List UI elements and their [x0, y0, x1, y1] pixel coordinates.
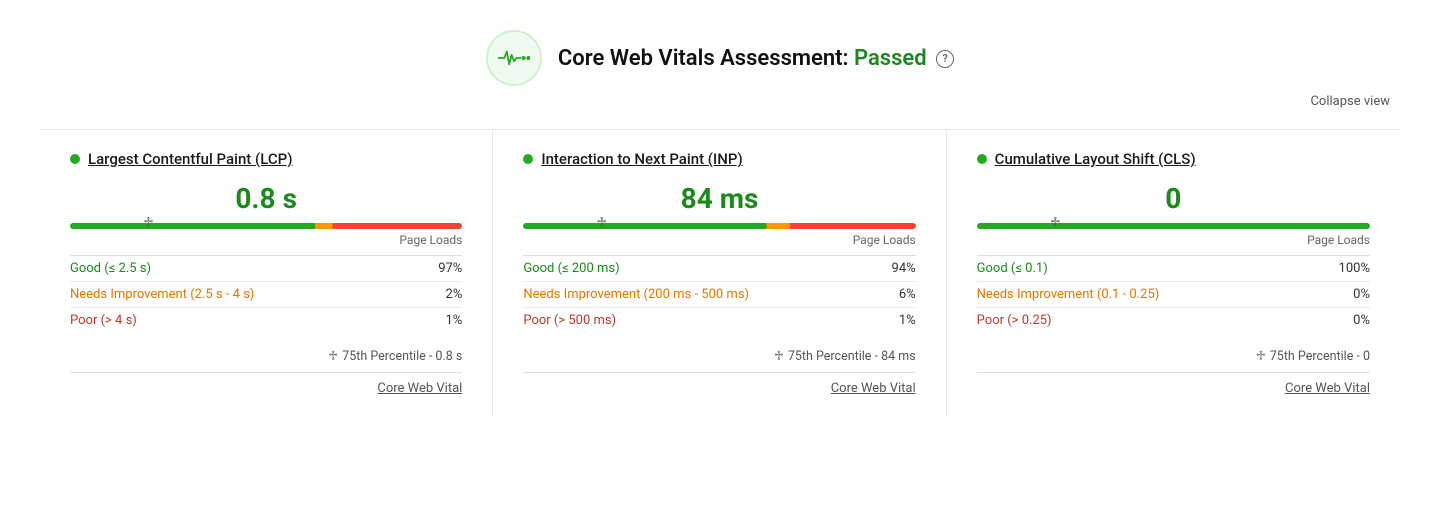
metric-card-lcp: Largest Contentful Paint (LCP) 0.8 s ♱ P…: [40, 130, 493, 416]
metric-dot-inp: [523, 154, 533, 164]
header-status: Passed: [854, 46, 927, 71]
metric-value-lcp: 0.8 s: [70, 182, 462, 215]
gauge-container-lcp: ♱: [70, 223, 462, 229]
header-section: Core Web Vitals Assessment: Passed ?: [40, 20, 1400, 86]
stat-value: 100%: [1312, 256, 1370, 282]
stat-row: Poor (> 4 s) 1%: [70, 308, 462, 334]
help-icon[interactable]: ?: [936, 50, 954, 68]
metric-name-inp[interactable]: Interaction to Next Paint (INP): [541, 150, 742, 168]
gauge-container-cls: ♱: [977, 223, 1370, 229]
collapse-view-button[interactable]: Collapse view: [40, 94, 1400, 109]
percentile-inp: ♱ 75th Percentile - 84 ms: [523, 345, 915, 372]
stat-row: Good (≤ 2.5 s) 97%: [70, 256, 462, 282]
stat-row: Needs Improvement (0.1 - 0.25) 0%: [977, 282, 1370, 308]
metric-card-cls: Cumulative Layout Shift (CLS) 0 ♱ Page L…: [947, 130, 1400, 416]
metrics-grid: Largest Contentful Paint (LCP) 0.8 s ♱ P…: [40, 129, 1400, 416]
stat-value: 94%: [878, 256, 916, 282]
metric-name-lcp[interactable]: Largest Contentful Paint (LCP): [88, 150, 292, 168]
percentile-text-inp: 75th Percentile - 84 ms: [788, 349, 916, 364]
gauge-bar-cls: ♱: [977, 223, 1370, 229]
metric-title-lcp: Largest Contentful Paint (LCP): [70, 150, 462, 168]
metric-title-inp: Interaction to Next Paint (INP): [523, 150, 915, 168]
stat-row: Poor (> 500 ms) 1%: [523, 308, 915, 334]
percentile-icon-lcp: ♱: [328, 349, 338, 364]
metric-title-cls: Cumulative Layout Shift (CLS): [977, 150, 1370, 168]
page-loads-label-lcp: Page Loads: [70, 233, 462, 247]
metric-card-inp: Interaction to Next Paint (INP) 84 ms ♱ …: [493, 130, 946, 416]
gauge-container-inp: ♱: [523, 223, 915, 229]
stat-row: Good (≤ 0.1) 100%: [977, 256, 1370, 282]
stat-label: Poor (> 500 ms): [523, 308, 877, 334]
stat-label: Needs Improvement (2.5 s - 4 s): [70, 282, 417, 308]
metric-name-cls[interactable]: Cumulative Layout Shift (CLS): [995, 150, 1196, 168]
stats-table-cls: Good (≤ 0.1) 100% Needs Improvement (0.1…: [977, 255, 1370, 333]
percentile-cls: ♱ 75th Percentile - 0: [977, 345, 1370, 372]
percentile-icon-inp: ♱: [774, 349, 784, 364]
core-web-vital-link-inp[interactable]: Core Web Vital: [523, 372, 915, 396]
stat-label: Good (≤ 2.5 s): [70, 256, 417, 282]
gauge-marker-inp: ♱: [596, 215, 607, 231]
gauge-marker-cls: ♱: [1050, 215, 1061, 231]
metric-value-cls: 0: [977, 182, 1370, 215]
stat-value: 6%: [878, 282, 916, 308]
stat-row: Good (≤ 200 ms) 94%: [523, 256, 915, 282]
stat-row: Needs Improvement (200 ms - 500 ms) 6%: [523, 282, 915, 308]
header-title-text: Core Web Vitals Assessment:: [558, 46, 849, 71]
vitals-waveform-icon: [498, 48, 530, 68]
header-title: Core Web Vitals Assessment: Passed ?: [558, 46, 954, 71]
metric-value-inp: 84 ms: [523, 182, 915, 215]
core-web-vital-link-cls[interactable]: Core Web Vital: [977, 372, 1370, 396]
percentile-lcp: ♱ 75th Percentile - 0.8 s: [70, 345, 462, 372]
vitals-icon-circle: [486, 30, 542, 86]
stat-row: Needs Improvement (2.5 s - 4 s) 2%: [70, 282, 462, 308]
stat-label: Poor (> 0.25): [977, 308, 1313, 334]
stats-table-lcp: Good (≤ 2.5 s) 97% Needs Improvement (2.…: [70, 255, 462, 333]
core-web-vital-link-lcp[interactable]: Core Web Vital: [70, 372, 462, 396]
metric-dot-cls: [977, 154, 987, 164]
stat-label: Good (≤ 200 ms): [523, 256, 877, 282]
percentile-text-cls: 75th Percentile - 0: [1270, 349, 1370, 364]
stat-value: 97%: [417, 256, 462, 282]
stat-label: Poor (> 4 s): [70, 308, 417, 334]
gauge-bar-inp: ♱: [523, 223, 915, 229]
page-loads-label-cls: Page Loads: [977, 233, 1370, 247]
stat-label: Needs Improvement (0.1 - 0.25): [977, 282, 1313, 308]
stats-table-inp: Good (≤ 200 ms) 94% Needs Improvement (2…: [523, 255, 915, 333]
stat-label: Good (≤ 0.1): [977, 256, 1313, 282]
percentile-icon-cls: ♱: [1256, 349, 1266, 364]
stat-value: 1%: [417, 308, 462, 334]
stat-value: 2%: [417, 282, 462, 308]
percentile-text-lcp: 75th Percentile - 0.8 s: [342, 349, 462, 364]
stat-label: Needs Improvement (200 ms - 500 ms): [523, 282, 877, 308]
metric-dot-lcp: [70, 154, 80, 164]
gauge-marker-lcp: ♱: [143, 215, 154, 231]
gauge-bar-lcp: ♱: [70, 223, 462, 229]
stat-value: 0%: [1312, 282, 1370, 308]
stat-value: 1%: [878, 308, 916, 334]
stat-row: Poor (> 0.25) 0%: [977, 308, 1370, 334]
page-loads-label-inp: Page Loads: [523, 233, 915, 247]
stat-value: 0%: [1312, 308, 1370, 334]
